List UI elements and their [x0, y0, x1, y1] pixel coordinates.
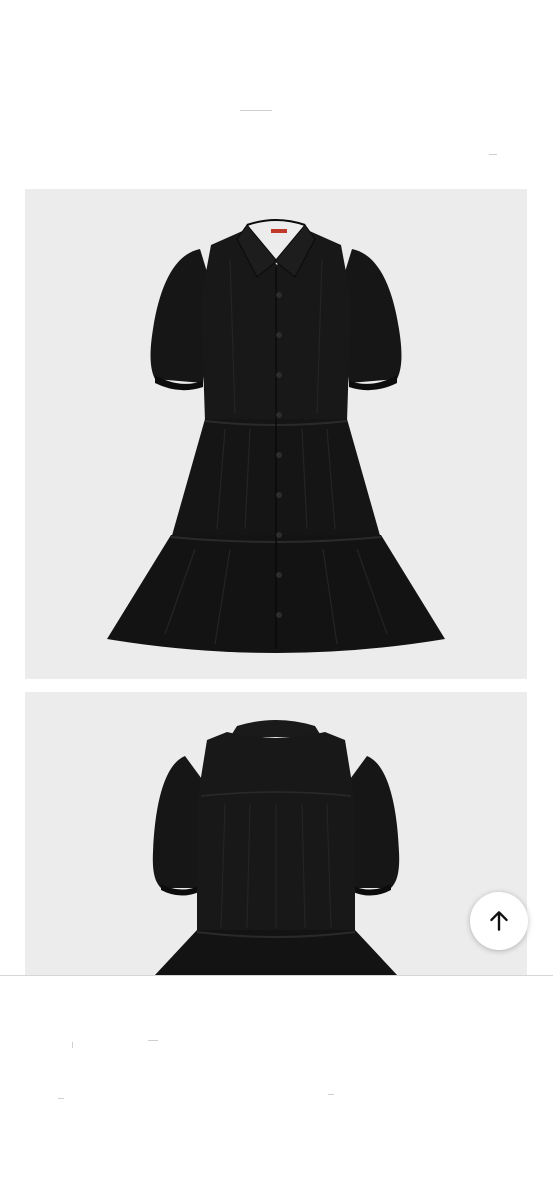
- divider-mark: [328, 1094, 334, 1095]
- divider-mark: [240, 110, 272, 111]
- product-image-front[interactable]: [25, 189, 527, 679]
- section-divider: [0, 975, 553, 976]
- divider-mark: [72, 1042, 73, 1048]
- dress-front-illustration: [107, 219, 445, 653]
- scroll-to-top-button[interactable]: [470, 892, 528, 950]
- dress-back-illustration: [152, 720, 400, 975]
- divider-mark: [148, 1040, 158, 1041]
- divider-mark: [489, 154, 497, 155]
- arrow-up-icon: [486, 908, 512, 934]
- divider-mark: [58, 1098, 64, 1099]
- product-image-back[interactable]: [25, 692, 527, 975]
